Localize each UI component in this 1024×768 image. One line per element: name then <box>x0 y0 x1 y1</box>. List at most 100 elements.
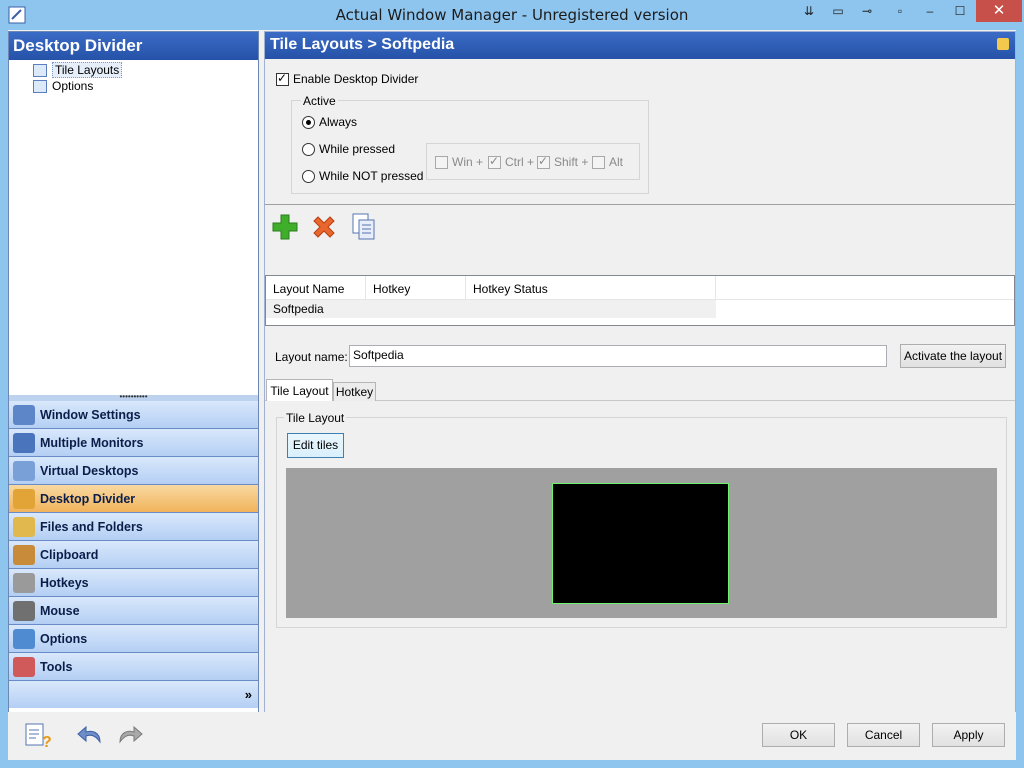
transparency-icon[interactable]: ▫ <box>886 0 914 22</box>
nav-options[interactable]: Options <box>9 625 258 653</box>
tab-tile-layout[interactable]: Tile Layout <box>266 379 333 401</box>
radio-icon <box>302 169 315 183</box>
roll-up-icon[interactable]: ⇊ <box>795 0 823 22</box>
redo-icon[interactable] <box>116 722 144 748</box>
help-icon[interactable] <box>997 38 1009 50</box>
delete-layout-icon[interactable] <box>310 213 338 241</box>
copy-layout-icon[interactable] <box>350 212 378 242</box>
tile-layout-group-title: Tile Layout <box>284 411 347 425</box>
options-icon <box>33 79 47 93</box>
checkbox-label: Win + <box>452 155 484 169</box>
nav-label: Clipboard <box>40 547 99 562</box>
modifier-shift-checkbox[interactable]: Shift + <box>537 154 589 169</box>
nav-label: Mouse <box>40 603 80 618</box>
tree-item-tile-layouts[interactable]: Tile Layouts <box>33 62 123 78</box>
add-layout-icon[interactable] <box>270 212 300 242</box>
tools-icon <box>13 656 35 677</box>
hotkeys-icon <box>13 572 35 593</box>
column-header[interactable]: Hotkey Status <box>466 276 716 299</box>
activate-layout-button[interactable]: Activate the layout <box>900 344 1006 368</box>
tab-hotkey[interactable]: Hotkey <box>333 382 376 401</box>
page-title-text: Tile Layouts > Softpedia <box>270 36 455 53</box>
client-area: Desktop Divider Tile Layouts Options •••… <box>8 30 1016 760</box>
nav-virtual-desktops[interactable]: Virtual Desktops <box>9 457 258 485</box>
table-cell <box>366 300 466 318</box>
column-header[interactable]: Hotkey <box>366 276 466 299</box>
nav-list: Window Settings Multiple Monitors Virtua… <box>9 401 258 708</box>
nav-more-button[interactable]: » <box>9 681 258 708</box>
nav-tools[interactable]: Tools <box>9 653 258 681</box>
checkbox-label: Shift + <box>554 155 589 169</box>
checkbox-icon <box>592 155 605 169</box>
edit-tiles-button[interactable]: Edit tiles <box>287 433 344 458</box>
nav-window-settings[interactable]: Window Settings <box>9 401 258 429</box>
radio-while-not-pressed[interactable]: While NOT pressed <box>302 169 423 183</box>
layout-name-label: Layout name: <box>275 350 348 364</box>
column-header[interactable]: Layout Name <box>266 276 366 299</box>
maximize-button[interactable]: ☐ <box>946 0 974 22</box>
left-pane: Desktop Divider Tile Layouts Options •••… <box>8 31 259 713</box>
nav-multiple-monitors[interactable]: Multiple Monitors <box>9 429 258 457</box>
radio-icon <box>302 115 315 129</box>
nav-hotkeys[interactable]: Hotkeys <box>9 569 258 597</box>
files-folders-icon <box>13 516 35 537</box>
tree-item-label: Tile Layouts <box>52 62 123 78</box>
minimize-button[interactable]: ‒ <box>916 0 944 22</box>
multiple-monitors-icon <box>13 432 35 453</box>
modifier-ctrl-checkbox[interactable]: Ctrl + <box>488 154 535 169</box>
checkbox-icon <box>537 154 550 169</box>
options-icon <box>13 628 35 649</box>
table-row[interactable]: Softpedia <box>266 300 716 318</box>
layout-tile[interactable] <box>552 483 729 604</box>
radio-label: Always <box>319 115 358 129</box>
undo-icon[interactable] <box>76 722 104 748</box>
close-button[interactable]: ✕ <box>976 0 1022 22</box>
layout-name-input[interactable]: Softpedia <box>349 345 887 367</box>
checkbox-label: Ctrl + <box>505 155 535 169</box>
checkbox-label: Alt <box>609 155 624 169</box>
cancel-button[interactable]: Cancel <box>847 723 920 747</box>
pin-icon[interactable]: ⊸ <box>853 0 881 22</box>
tree-item-options[interactable]: Options <box>33 78 93 94</box>
nav-files-and-folders[interactable]: Files and Folders <box>9 513 258 541</box>
page-title: Tile Layouts > Softpedia <box>265 32 1015 59</box>
radio-always[interactable]: Always <box>302 115 357 129</box>
radio-label: While pressed <box>319 142 396 156</box>
tab-strip-line <box>265 400 1015 401</box>
modifier-alt-checkbox[interactable]: Alt <box>592 155 623 169</box>
bottom-bar: ? OK Cancel Apply <box>8 712 1016 760</box>
right-pane: Tile Layouts > Softpedia Enable Desktop … <box>264 31 1016 713</box>
tree-item-label: Options <box>52 79 94 93</box>
left-pane-header: Desktop Divider <box>9 32 258 60</box>
app-window: Actual Window Manager - Unregistered ver… <box>0 0 1024 768</box>
apply-button[interactable]: Apply <box>932 723 1005 747</box>
checkbox-label: Enable Desktop Divider <box>293 72 419 86</box>
settings-tree: Tile Layouts Options <box>9 60 258 394</box>
enable-desktop-divider-checkbox[interactable]: Enable Desktop Divider <box>276 71 419 86</box>
nav-clipboard[interactable]: Clipboard <box>9 541 258 569</box>
nav-label: Hotkeys <box>40 575 89 590</box>
clipboard-icon <box>13 544 35 565</box>
ok-button[interactable]: OK <box>762 723 835 747</box>
window-settings-icon <box>13 404 35 425</box>
nav-mouse[interactable]: Mouse <box>9 597 258 625</box>
divider <box>265 204 1015 205</box>
modifier-win-checkbox[interactable]: Win + <box>435 155 483 169</box>
table-cell <box>466 300 716 318</box>
virtual-desktops-icon <box>13 460 35 481</box>
nav-desktop-divider[interactable]: Desktop Divider <box>9 485 258 513</box>
minimize-to-tray-icon[interactable]: ▭ <box>824 0 852 22</box>
radio-while-pressed[interactable]: While pressed <box>302 142 395 156</box>
nav-label: Virtual Desktops <box>40 463 139 478</box>
nav-label: Window Settings <box>40 407 141 422</box>
svg-text:?: ? <box>42 734 51 748</box>
help-context-icon[interactable]: ? <box>23 722 51 748</box>
table-header: Layout Name Hotkey Hotkey Status <box>266 276 1014 300</box>
radio-label: While NOT pressed <box>319 169 424 183</box>
nav-label: Multiple Monitors <box>40 435 144 450</box>
layouts-table: Layout Name Hotkey Hotkey Status Softped… <box>265 275 1015 326</box>
title-bar: Actual Window Manager - Unregistered ver… <box>0 0 1024 30</box>
checkbox-icon <box>276 71 289 86</box>
nav-label: Desktop Divider <box>40 491 136 506</box>
radio-icon <box>302 142 315 156</box>
